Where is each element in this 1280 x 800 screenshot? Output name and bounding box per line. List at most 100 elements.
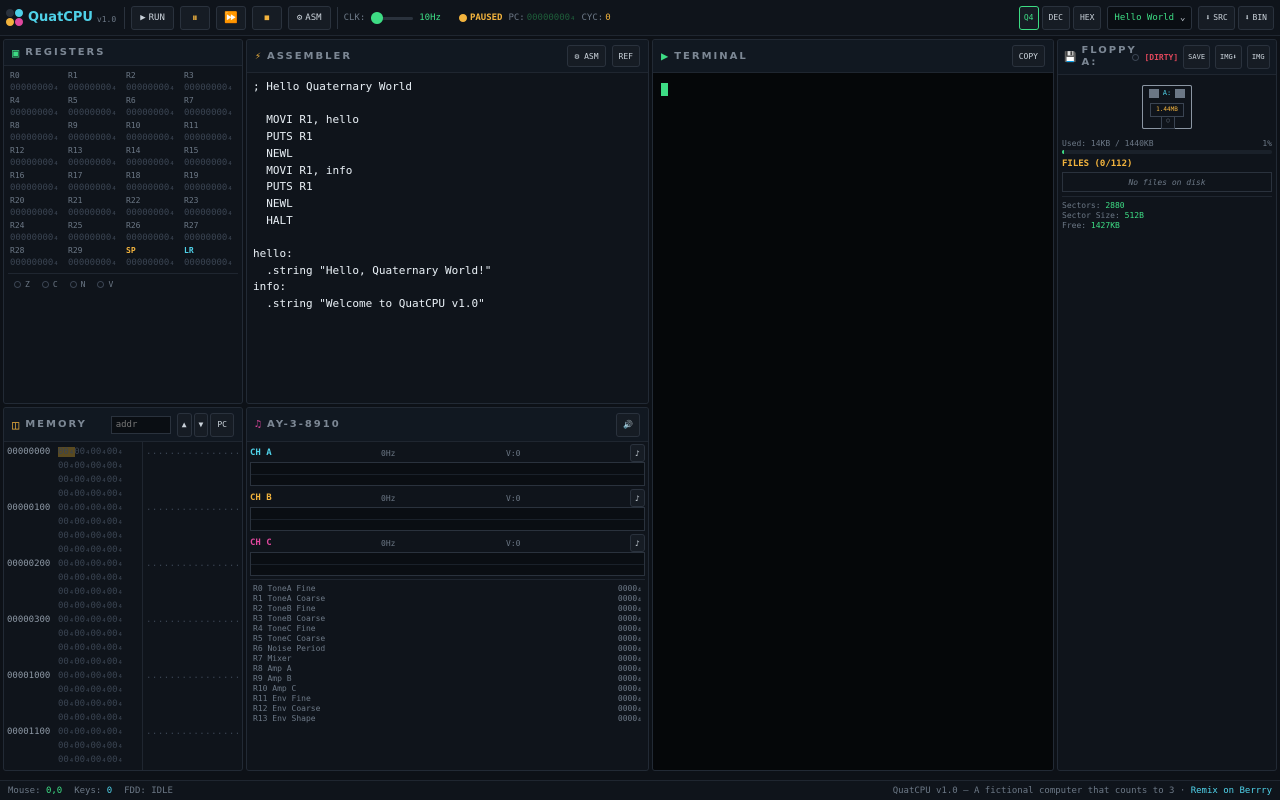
register: R6 00000000₄ xyxy=(126,95,184,119)
gear-icon: ⚙ xyxy=(574,51,585,61)
flag-label: N xyxy=(80,280,86,289)
memory-bytes[interactable]: 00₄00₄00₄00₄ xyxy=(58,629,142,639)
copy-button[interactable]: COPY xyxy=(1011,45,1045,67)
memory-bytes[interactable]: 00₄00₄00₄00₄ xyxy=(58,727,142,737)
memory-row: 00₄00₄00₄00₄ xyxy=(4,627,242,641)
sector-size-info: Sector Size: 512B xyxy=(1062,211,1272,221)
ay-header: ♫ AY-3-8910 🔊 xyxy=(247,408,648,442)
memory-bytes[interactable]: 00₄00₄00₄00₄ xyxy=(58,643,142,653)
channel-play-button[interactable]: ♪ xyxy=(630,489,645,507)
memory-bytes[interactable]: 00₄00₄00₄00₄ xyxy=(58,447,142,457)
register: R23 00000000₄ xyxy=(184,195,242,219)
channel-play-button[interactable]: ♪ xyxy=(630,534,645,552)
memory-view[interactable]: 00000000 00₄00₄00₄00₄................ 00₄0… xyxy=(4,442,242,770)
mode-hex-button[interactable]: HEX xyxy=(1072,5,1102,30)
memory-bytes[interactable]: 00₄00₄00₄00₄ xyxy=(58,671,142,681)
memory-bytes[interactable]: 00₄00₄00₄00₄ xyxy=(58,559,142,569)
ay-register: R4 ToneC Fine 0000₄ xyxy=(250,624,645,634)
memory-row: 00₄00₄00₄00₄ xyxy=(4,515,242,529)
source-editor[interactable]: ; Hello Quaternary World MOVI R1, hello … xyxy=(247,73,648,319)
memory-bytes[interactable]: 00₄00₄00₄00₄ xyxy=(58,475,142,485)
terminal-header: ▶ TERMINAL COPY xyxy=(653,40,1053,73)
dirty-indicator-icon xyxy=(1132,53,1140,61)
memory-row: 00₄00₄00₄00₄ xyxy=(4,753,242,767)
channel-play-button[interactable]: ♪ xyxy=(630,444,645,462)
register: R5 00000000₄ xyxy=(68,95,126,119)
clock-slider-thumb[interactable] xyxy=(371,11,384,24)
ay-register-value: 0000₄ xyxy=(617,664,642,673)
stop-button[interactable]: ⏹ xyxy=(251,5,282,30)
channel-volume: V:0 xyxy=(506,448,521,458)
register-name: R28 xyxy=(10,246,25,255)
memory-bytes[interactable]: 00₄00₄00₄00₄ xyxy=(58,489,142,499)
reference-button[interactable]: REF xyxy=(611,45,640,67)
memory-bytes[interactable]: 00₄00₄00₄00₄ xyxy=(58,615,142,625)
assemble-button[interactable]: ⚙ ASM xyxy=(287,5,331,30)
memory-bytes[interactable]: 00₄00₄00₄00₄ xyxy=(58,741,142,751)
ay-register-value: 0000₄ xyxy=(617,704,642,713)
register-name: R5 xyxy=(68,96,78,105)
save-disk-button[interactable]: SAVE xyxy=(1183,45,1211,69)
mode-q4-button[interactable]: Q4 xyxy=(1018,5,1039,30)
register: R20 00000000₄ xyxy=(10,195,68,219)
memory-bytes[interactable]: 00₄00₄00₄00₄ xyxy=(58,685,142,695)
memory-row: 00₄00₄00₄00₄ xyxy=(4,655,242,669)
memory-bytes[interactable]: 00₄00₄00₄00₄ xyxy=(58,699,142,709)
scroll-up-button[interactable]: ▲ xyxy=(176,412,192,437)
memory-bytes[interactable]: 00₄00₄00₄00₄ xyxy=(58,755,142,765)
register-name: R3 xyxy=(184,71,194,80)
memory-bytes[interactable]: 00₄00₄00₄00₄ xyxy=(58,545,142,555)
terminal-screen[interactable] xyxy=(653,73,1053,106)
memory-bytes[interactable]: 00₄00₄00₄00₄ xyxy=(58,713,142,723)
tagline: QuatCPU v1.0 — A fictional computer that… xyxy=(892,785,1186,796)
register: R3 00000000₄ xyxy=(184,70,242,94)
address-input[interactable] xyxy=(110,415,171,434)
remix-link[interactable]: Remix on Berrry xyxy=(1191,786,1272,796)
channel-c: CH C 0Hz V:0 ♪ xyxy=(247,534,648,576)
memory-bytes[interactable]: 00₄00₄00₄00₄ xyxy=(58,461,142,471)
clock-slider[interactable] xyxy=(371,11,414,24)
register-name: R12 xyxy=(10,146,25,155)
memory-bytes[interactable]: 00₄00₄00₄00₄ xyxy=(58,573,142,583)
run-button[interactable]: ▶ RUN xyxy=(131,5,174,30)
clock-label: CLK: xyxy=(343,12,366,23)
register-value: 00000000₄ xyxy=(68,83,117,93)
memory-bytes[interactable]: 00₄00₄00₄00₄ xyxy=(58,587,142,597)
channel-frequency: 0Hz xyxy=(381,493,396,503)
memory-ascii: ................ xyxy=(146,727,241,737)
pause-button[interactable]: ⏸ xyxy=(179,5,210,30)
assemble-panel-button[interactable]: ⚙ ASM xyxy=(567,45,606,67)
register: R22 00000000₄ xyxy=(126,195,184,219)
memory-bytes[interactable]: 00₄00₄00₄00₄ xyxy=(58,517,142,527)
program-select[interactable]: Hello World ⌄ xyxy=(1107,5,1193,30)
register: R13 00000000₄ xyxy=(68,145,126,169)
export-image-button[interactable]: IMG xyxy=(1246,45,1270,69)
register: R14 00000000₄ xyxy=(126,145,184,169)
memory-bytes[interactable]: 00₄00₄00₄00₄ xyxy=(58,531,142,541)
note-icon: ♪ xyxy=(635,448,640,458)
logo-icon xyxy=(6,8,24,27)
download-src-button[interactable]: ⬇ SRC xyxy=(1198,5,1235,30)
register-value: 00000000₄ xyxy=(184,208,233,218)
register-value: 00000000₄ xyxy=(10,83,59,93)
memory-bytes[interactable]: 00₄00₄00₄00₄ xyxy=(58,657,142,667)
scroll-down-button[interactable]: ▼ xyxy=(193,412,209,437)
memory-bytes[interactable]: 00₄00₄00₄00₄ xyxy=(58,601,142,611)
ay-register-name: R0 ToneA Fine xyxy=(253,584,316,593)
goto-pc-button[interactable]: PC xyxy=(210,412,234,437)
ay-register-name: R8 Amp A xyxy=(253,664,292,673)
mode-dec-button[interactable]: DEC xyxy=(1041,5,1070,30)
terminal-cursor xyxy=(661,83,668,96)
play-icon: ▶ xyxy=(140,12,146,23)
channel-name: CH C xyxy=(250,538,272,548)
download-bin-button[interactable]: ⬇ BIN xyxy=(1237,5,1274,30)
audio-toggle-button[interactable]: 🔊 xyxy=(616,412,640,437)
memory-bytes[interactable]: 00₄00₄00₄00₄ xyxy=(58,503,142,513)
ay-register-name: R10 Amp C xyxy=(253,684,297,693)
register-value: 00000000₄ xyxy=(126,208,175,218)
step-button[interactable]: ⏩ xyxy=(215,5,246,30)
register: R4 00000000₄ xyxy=(10,95,68,119)
ay-register-name: R6 Noise Period xyxy=(253,644,326,653)
import-image-button[interactable]: IMG⬇ xyxy=(1215,45,1242,69)
chevron-down-icon: ⌄ xyxy=(1180,12,1186,23)
